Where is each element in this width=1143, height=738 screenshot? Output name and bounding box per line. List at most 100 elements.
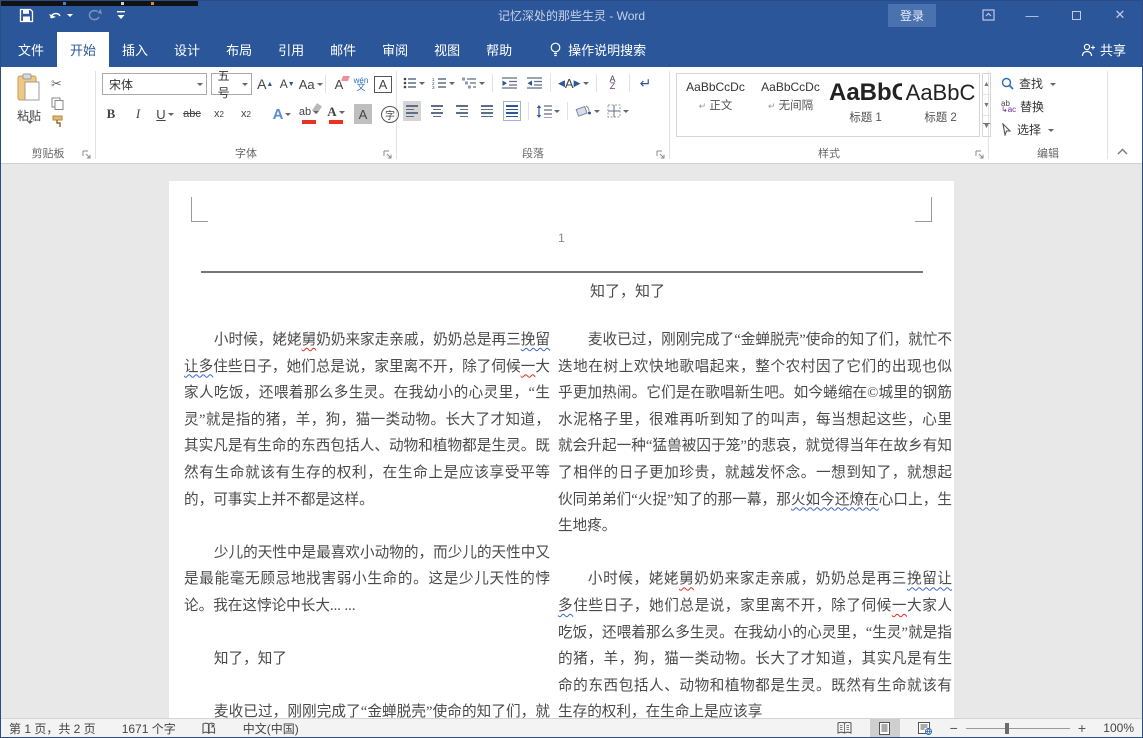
- document-page[interactable]: 1 知了，知了 小时候，姥姥舅奶奶来家走亲戚，奶奶总是再三挽留让多住些日子，她们…: [169, 181, 954, 720]
- undo-button[interactable]: [48, 8, 73, 22]
- line-spacing-button[interactable]: [536, 101, 560, 121]
- format-painter-icon[interactable]: [51, 115, 65, 128]
- redo-button: [87, 8, 102, 22]
- zoom-in-button[interactable]: +: [1078, 720, 1086, 736]
- distributed-button[interactable]: [503, 101, 521, 121]
- save-icon[interactable]: [19, 8, 34, 23]
- tell-me-search[interactable]: 操作说明搜索: [539, 32, 656, 67]
- share-person-icon: [1081, 43, 1095, 57]
- bullets-button[interactable]: [403, 73, 425, 93]
- bold-button[interactable]: B: [102, 104, 120, 124]
- style-no-spacing[interactable]: AaBbCcDc ↵ 无间隔: [754, 78, 827, 132]
- style-heading2[interactable]: AaBbC 标题 2: [904, 78, 977, 132]
- superscript-button[interactable]: x2: [237, 104, 255, 124]
- replace-button[interactable]: ab↳ac 替换: [1001, 96, 1103, 117]
- editing-group-label: 编辑: [989, 145, 1107, 161]
- word-count[interactable]: 1671 个字: [122, 720, 176, 737]
- collapse-ribbon-button[interactable]: [1117, 148, 1128, 155]
- crop-mark-right: [915, 197, 932, 222]
- tab-insert[interactable]: 插入: [109, 32, 161, 67]
- strikethrough-button[interactable]: abc: [183, 104, 201, 124]
- text-effects-button[interactable]: A: [273, 104, 291, 124]
- replace-icon: ab↳ac: [1001, 101, 1015, 113]
- paragraph: 小时候，姥姥舅奶奶来家走亲戚，奶奶总是再三挽留让多住些日子，她们总是说，家里离不…: [558, 566, 952, 720]
- select-button[interactable]: 选择: [1001, 119, 1103, 140]
- styles-dialog-launcher[interactable]: [975, 150, 985, 160]
- asian-layout-button[interactable]: ◀A▶: [558, 73, 589, 93]
- sort-button[interactable]: AZ: [604, 73, 622, 93]
- right-column: 麦收已过，刚刚完成了“金蝉脱壳”使命的知了们，就忙不迭地在树上欢快地歌唱起来，整…: [558, 327, 952, 720]
- paste-button[interactable]: 粘贴: [7, 73, 51, 138]
- increase-indent-button[interactable]: [525, 73, 543, 93]
- zoom-out-button[interactable]: −: [950, 720, 958, 736]
- font-name-combobox[interactable]: 宋体: [102, 73, 207, 95]
- highlight-color-button[interactable]: ab: [300, 104, 318, 124]
- clipboard-dialog-launcher[interactable]: [82, 150, 92, 160]
- paragraph-group-label: 段落: [397, 145, 669, 161]
- change-case-button[interactable]: Aa: [300, 74, 321, 94]
- italic-button[interactable]: I: [129, 104, 147, 124]
- zoom-slider-knob[interactable]: [1005, 723, 1009, 734]
- customize-qat-button[interactable]: [116, 10, 126, 20]
- style-heading1[interactable]: AaBbC 标题 1: [829, 78, 902, 132]
- language-indicator[interactable]: 中文(中国): [243, 720, 299, 737]
- screenshot-artifact-strip: [1, 1, 198, 6]
- read-mode-button[interactable]: [830, 719, 860, 737]
- paragraph-dialog-launcher[interactable]: [656, 150, 666, 160]
- subscript-button[interactable]: x2: [210, 104, 228, 124]
- tab-layout[interactable]: 布局: [213, 32, 265, 67]
- decrease-indent-button[interactable]: [500, 73, 518, 93]
- zoom-slider[interactable]: [966, 728, 1070, 729]
- copy-icon[interactable]: [51, 97, 65, 110]
- tab-references[interactable]: 引用: [265, 32, 317, 67]
- tab-design[interactable]: 设计: [161, 32, 213, 67]
- shrink-font-button[interactable]: A▼: [278, 74, 296, 94]
- font-group-label: 字体: [96, 145, 396, 161]
- align-left-button[interactable]: [403, 101, 421, 121]
- clear-formatting-button[interactable]: A: [330, 74, 348, 94]
- zoom-level[interactable]: 100%: [1096, 721, 1134, 735]
- character-border-button[interactable]: A: [374, 76, 392, 93]
- tab-review[interactable]: 审阅: [369, 32, 421, 67]
- show-marks-button[interactable]: ↵: [637, 73, 655, 93]
- styles-gallery: AaBbCcDc ↵ 正文 AaBbCcDc ↵ 无间隔 AaBbC 标题 1 …: [676, 73, 980, 137]
- ribbon-display-options-button[interactable]: [966, 1, 1010, 29]
- grow-font-button[interactable]: A▲: [256, 74, 274, 94]
- style-normal[interactable]: AaBbCcDc ↵ 正文: [679, 78, 752, 132]
- multilevel-list-button[interactable]: [462, 73, 485, 93]
- tab-mailings[interactable]: 邮件: [317, 32, 369, 67]
- minimize-button[interactable]: —: [1010, 1, 1054, 29]
- share-button[interactable]: 共享: [1065, 32, 1142, 67]
- phonetic-guide-button[interactable]: wén 文: [352, 74, 370, 94]
- sign-in-button[interactable]: 登录: [888, 4, 936, 27]
- proofing-icon[interactable]: [202, 722, 217, 735]
- page-info[interactable]: 第 1 页，共 2 页: [9, 720, 96, 737]
- font-dialog-launcher[interactable]: [383, 150, 393, 160]
- justify-button[interactable]: [478, 101, 496, 121]
- web-layout-button[interactable]: [910, 719, 940, 737]
- paste-clipboard-icon: [16, 73, 42, 103]
- find-button[interactable]: 查找: [1001, 73, 1103, 94]
- align-right-button[interactable]: [453, 101, 471, 121]
- tab-help[interactable]: 帮助: [473, 32, 525, 67]
- paragraph: 少儿的天性中是最喜欢小动物的，而少儿的天性中又是最能毫无顾忌地戕害弱小生命的。这…: [184, 540, 550, 620]
- print-layout-button[interactable]: [870, 719, 900, 737]
- shading-button[interactable]: [575, 101, 600, 121]
- character-shading-button[interactable]: A: [354, 104, 372, 124]
- align-center-button[interactable]: [428, 101, 446, 121]
- tab-file[interactable]: 文件: [5, 32, 57, 67]
- ribbon: 粘贴 ✂ 剪贴板: [1, 67, 1142, 164]
- styles-group-label: 样式: [670, 145, 988, 161]
- paragraph: 麦收已过，刚刚完成了“金蝉脱壳”使命的知了们，就忙不迭地在树上欢快地歌唱起来，整…: [558, 327, 952, 540]
- numbering-button[interactable]: 123: [432, 73, 455, 93]
- underline-button[interactable]: U: [156, 104, 174, 124]
- ribbon-tab-row: 文件 开始 插入 设计 布局 引用 邮件 审阅 视图 帮助 操作说明搜索 共享: [1, 29, 1142, 67]
- borders-button[interactable]: [607, 101, 629, 121]
- font-size-combobox[interactable]: 五号: [211, 73, 253, 95]
- maximize-button[interactable]: [1054, 1, 1098, 29]
- close-button[interactable]: ✕: [1098, 1, 1142, 29]
- tab-home[interactable]: 开始: [57, 32, 109, 67]
- cut-icon[interactable]: ✂: [51, 76, 65, 92]
- tab-view[interactable]: 视图: [421, 32, 473, 67]
- font-color-button[interactable]: A: [327, 104, 345, 124]
